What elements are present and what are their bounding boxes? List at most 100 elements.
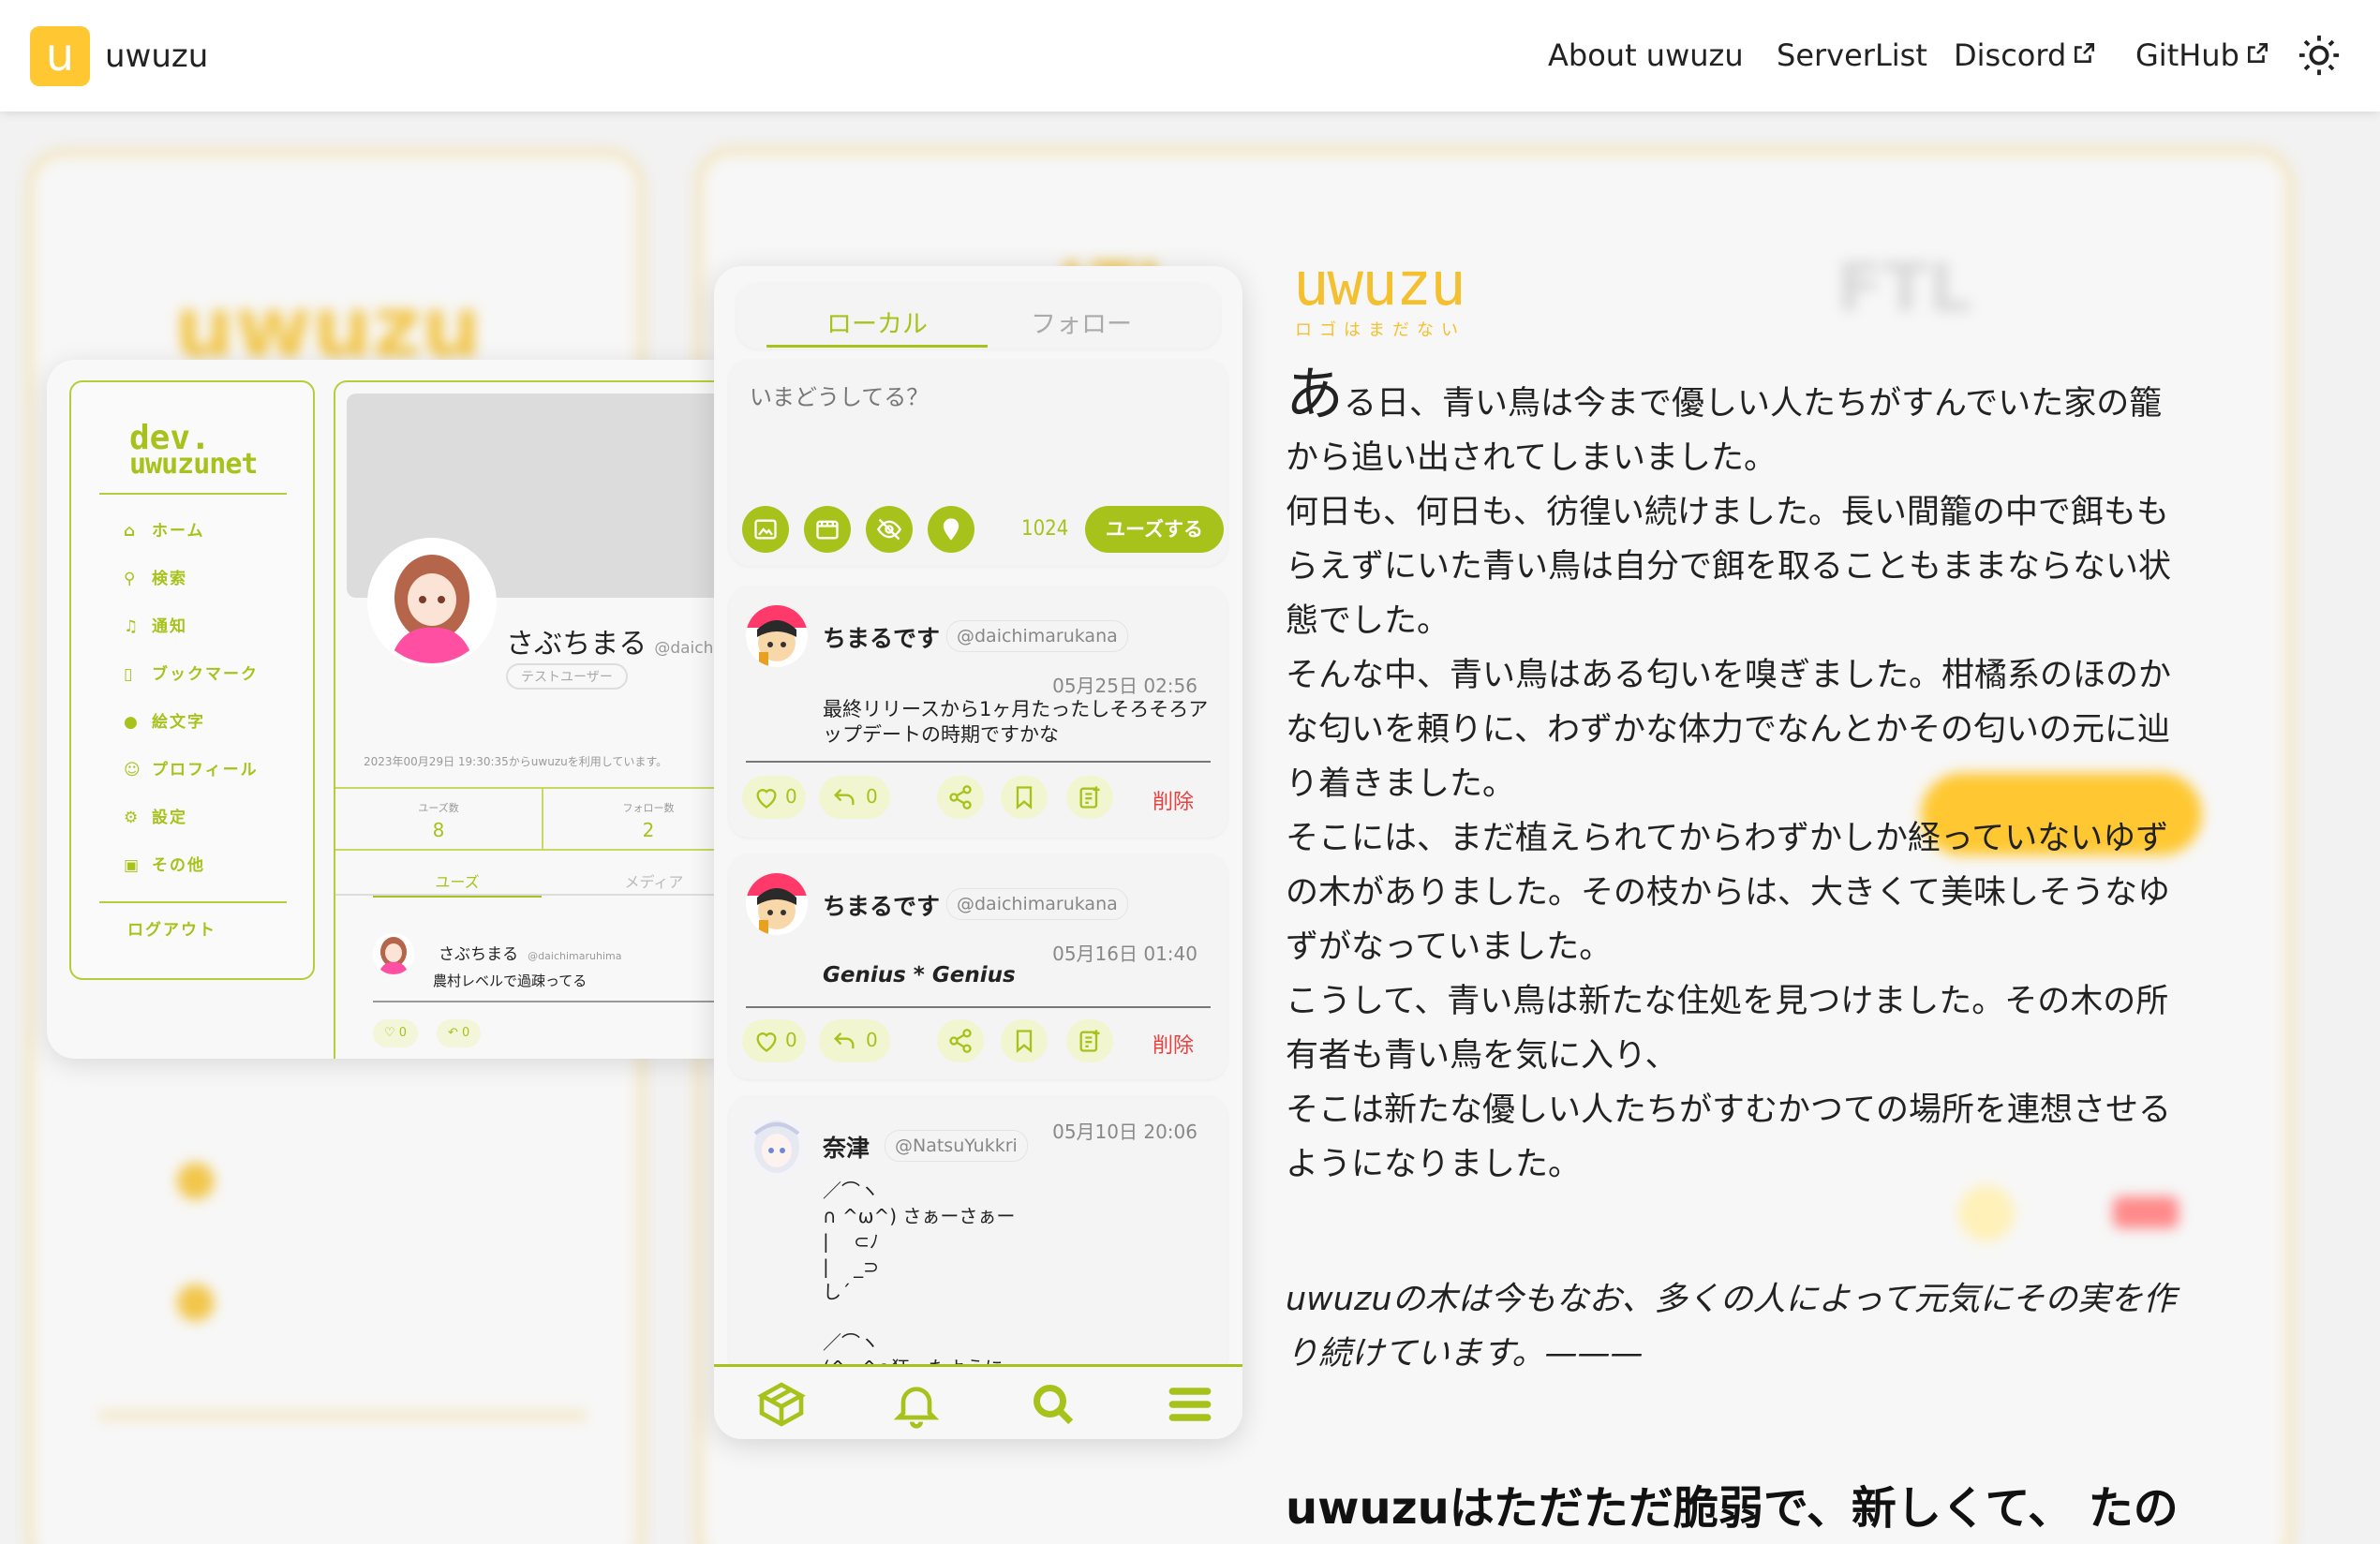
bell-icon[interactable] <box>890 1378 943 1431</box>
menu-item-bookmarks[interactable]: ▯ ブックマーク <box>124 664 259 712</box>
avatar[interactable] <box>746 605 808 667</box>
post-author: さぶちまる @daichimaruhima <box>439 941 621 964</box>
attach-image-button[interactable] <box>742 506 789 553</box>
top-header: u uwuzu About uwuzu ServerList Discord G… <box>0 0 2380 111</box>
bell-icon: ♫ <box>124 617 141 636</box>
delete-button[interactable]: 削除 <box>1153 785 1194 815</box>
menu-icon[interactable] <box>1164 1378 1216 1431</box>
bookmark-button[interactable] <box>1001 776 1048 819</box>
logout-link[interactable]: ログアウト <box>127 916 216 940</box>
addon-button[interactable] <box>1066 1019 1113 1062</box>
dev-uwuzunet-logo: dev. uwuzunet <box>129 422 258 479</box>
brand-name[interactable]: uwuzu <box>105 37 208 75</box>
tab-follow[interactable]: フォロー <box>971 304 1192 340</box>
avatar[interactable] <box>367 538 497 667</box>
timeline-post[interactable]: 奈津 @NatsuYukkri 05月10日 20:06 ／⌒ヽ ∩ ^ω^) … <box>729 1096 1227 1377</box>
search-icon[interactable] <box>1027 1378 1079 1431</box>
menu-item-profile[interactable]: ☺ プロフィール <box>124 760 259 808</box>
nsfw-toggle-button[interactable] <box>866 506 913 553</box>
reuse-icon: ↶ <box>448 1026 458 1040</box>
timeline-post[interactable]: ちまるです @daichimarukana 05月25日 02:56 最終リリー… <box>729 586 1227 838</box>
timeline-tabs: ローカル フォロー <box>736 283 1220 349</box>
share-button[interactable] <box>937 1019 984 1062</box>
share-button[interactable] <box>937 776 984 819</box>
like-button[interactable]: ♡ 0 <box>373 1019 419 1047</box>
sun-icon[interactable] <box>2298 34 2341 77</box>
stat-following[interactable]: フォロー数 2 <box>583 800 714 841</box>
story-logo-subtitle: ロゴはまだない <box>1295 320 1465 340</box>
divider <box>335 787 740 789</box>
joined-date: 2023年00月29日 19:30:35からuwuzuを利用しています。 <box>364 755 668 768</box>
post-author-handle: @daichimaruhima <box>528 950 622 962</box>
menu-item-settings[interactable]: ⚙ 設定 <box>124 808 259 855</box>
menu-item-home[interactable]: ⌂ ホーム <box>124 521 259 569</box>
post-text: 農村レベルで過疎ってる <box>433 972 588 989</box>
bg-divider <box>99 1412 587 1419</box>
timeline-post[interactable]: ちまるです @daichimarukana 05月16日 01:40 Geniu… <box>729 854 1227 1079</box>
menu-item-other[interactable]: ▣ その他 <box>124 855 259 903</box>
post-author-name: ちまるです <box>823 625 941 652</box>
active-tab-indicator <box>766 345 988 348</box>
reuse-button[interactable]: 0 <box>819 776 890 819</box>
nav-serverlist[interactable]: ServerList <box>1777 37 1927 73</box>
like-count: 0 <box>398 1026 408 1040</box>
menu-item-notifications[interactable]: ♫ 通知 <box>124 616 259 664</box>
stat-value: 2 <box>642 819 655 841</box>
story-body: る日、青い鳥は今まで優しい人たちがすんでいた家の籠から追い出されてしまいました。… <box>1286 385 2172 1183</box>
like-button[interactable]: 0 <box>742 776 806 819</box>
profile-handle: @daichi <box>654 639 719 658</box>
trash-icon: ▣ <box>124 856 141 875</box>
post-author-name: さぶちまる <box>439 945 519 964</box>
nav-github[interactable]: GitHub <box>2135 37 2269 73</box>
avatar[interactable] <box>746 1115 808 1177</box>
menu-item-search[interactable]: ⚲ 検索 <box>124 569 259 616</box>
stat-divider <box>542 787 543 849</box>
submit-ueuse-button[interactable]: ユーズする <box>1085 506 1224 553</box>
nav-github-label: GitHub <box>2135 37 2239 73</box>
menu-item-label: 設定 <box>152 809 187 827</box>
reuse-button[interactable]: ↶ 0 <box>437 1019 482 1047</box>
avatar-illustration <box>371 542 493 663</box>
nav-about[interactable]: About uwuzu <box>1548 37 1744 73</box>
post-author-name: 奈津 <box>823 1135 870 1162</box>
emoji-button[interactable] <box>928 506 974 553</box>
bottom-nav <box>714 1364 1242 1439</box>
post-author-handle: @daichimarukana <box>946 888 1128 920</box>
bg-tab: FTL <box>1837 248 1972 327</box>
post-text: Genius * Genius <box>823 963 1016 987</box>
role-badge: テストユーザー <box>506 663 628 690</box>
home-box-icon[interactable] <box>755 1378 808 1431</box>
addon-button[interactable] <box>1066 776 1113 819</box>
tab-local[interactable]: ローカル <box>766 304 988 340</box>
uwuzu-logo-icon[interactable]: u <box>30 26 90 86</box>
video-icon <box>816 520 839 540</box>
like-count: 0 <box>785 1029 797 1051</box>
compose-input[interactable]: いまどうしてる？ <box>750 379 929 411</box>
avatar[interactable] <box>746 873 808 935</box>
nav-discord[interactable]: Discord <box>1954 37 2096 73</box>
stat-value: 8 <box>432 819 445 841</box>
heart-icon: ♡ <box>384 1026 395 1040</box>
story-paragraph: ある日、青い鳥は今まで優しい人たちがすんでいた家の籠から追い出されてしまいました… <box>1286 365 2194 1192</box>
sidebar-divider <box>99 901 287 903</box>
like-button[interactable]: 0 <box>742 1019 806 1062</box>
reuse-count: 0 <box>866 1029 878 1051</box>
bookmark-button[interactable] <box>1001 1019 1048 1062</box>
pin-icon: ● <box>124 713 140 732</box>
menu-item-emoji[interactable]: ● 絵文字 <box>124 712 259 760</box>
bg-dot <box>2113 1196 2179 1228</box>
delete-button[interactable]: 削除 <box>1153 1029 1194 1059</box>
post-author-name: ちまるです <box>823 893 941 920</box>
post-divider <box>746 761 1211 763</box>
post-actions: 0 0 削除 <box>729 776 1227 819</box>
menu-item-label: プロフィール <box>152 761 259 779</box>
heart-icon <box>756 1032 777 1052</box>
reuse-button[interactable]: 0 <box>819 1019 890 1062</box>
menu-item-label: 通知 <box>152 617 187 636</box>
tab-media[interactable]: メディア <box>570 869 738 892</box>
gear-icon: ⚙ <box>124 809 141 827</box>
post-text: ／⌒ヽ ∩ ^ω^) さぁーさぁー | ⊂ﾉ | _⊃ し´ ／⌒ヽ (^ω^∩… <box>823 1180 1016 1377</box>
post-author-handle: @NatsuYukkri <box>885 1130 1028 1162</box>
search-icon: ⚲ <box>124 570 138 588</box>
attach-video-button[interactable] <box>804 506 851 553</box>
